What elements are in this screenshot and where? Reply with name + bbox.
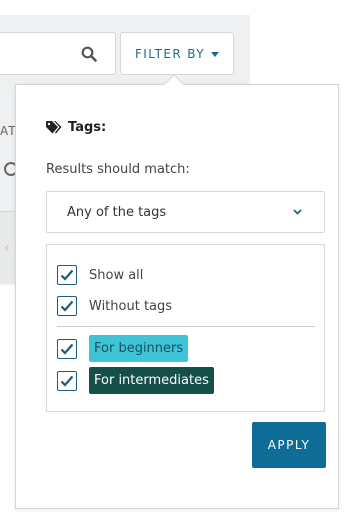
option-show-all[interactable]: Show all [57,265,143,285]
search-input[interactable] [0,32,116,75]
tags-heading-label: Tags: [68,120,107,135]
check-icon [60,269,74,281]
tag-for-beginners[interactable]: For beginners [57,335,189,362]
chevron-down-icon [293,209,302,215]
tags-icon [46,121,62,134]
checkbox-for-beginners[interactable] [57,338,77,359]
check-icon [60,343,74,355]
match-label: Results should match: [46,162,190,177]
tags-heading: Tags: [46,120,106,135]
tag-list: Show all Without tags For beginners For … [46,244,325,412]
tag-pill: For intermediates [89,367,214,394]
caret-down-icon [211,51,220,57]
tag-for-intermediates[interactable]: For intermediates [57,367,214,394]
divider [57,326,315,327]
filter-by-button[interactable]: FILTER BY [120,32,234,75]
option-without-tags[interactable]: Without tags [57,296,172,316]
filter-dropdown-panel: Tags: Results should match: Any of the t… [15,84,339,509]
option-label: Show all [89,267,144,283]
apply-button[interactable]: APPLY [252,422,326,468]
tag-pill: For beginners [89,335,189,362]
check-icon [60,375,74,387]
checkbox-without-tags[interactable] [57,296,77,316]
background-prev-arrow[interactable]: ‹ [4,240,10,256]
search-icon[interactable] [81,46,97,62]
checkbox-show-all[interactable] [57,265,77,285]
match-select-value: Any of the tags [67,204,167,220]
checkbox-for-intermediates[interactable] [57,370,77,391]
check-icon [60,300,74,312]
match-select[interactable]: Any of the tags [46,191,325,233]
option-label: Without tags [89,298,173,314]
filter-by-label: FILTER BY [134,46,206,61]
